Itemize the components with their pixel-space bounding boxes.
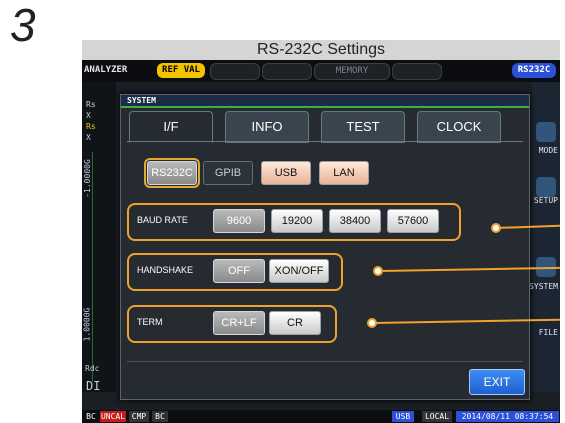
bottom-status-bar: BC UNCAL CMP BC USB LOCAL 2014/08/11 08:… — [82, 410, 560, 423]
interface-rs232c-button[interactable]: RS232C — [144, 158, 200, 188]
status-slot — [392, 63, 442, 80]
status-usb: USB — [392, 411, 414, 422]
menu-file[interactable]: FILE — [539, 328, 558, 337]
baud-9600-button[interactable]: 9600 — [213, 209, 265, 233]
dialog-title-bar: SYSTEM — [121, 95, 529, 108]
term-label: TERM — [137, 317, 163, 327]
di-label: DI — [86, 379, 101, 393]
system-dialog: SYSTEM I/F INFO TEST CLOCK RS232C GPIB U… — [120, 94, 530, 400]
background-measurement-panel: Rs X Rs X -1.0000G 1.0000G Rdc DI — [82, 82, 117, 393]
interface-lan-button[interactable]: LAN — [319, 161, 369, 185]
baud-57600-button[interactable]: 57600 — [387, 209, 439, 233]
baud-38400-button[interactable]: 38400 — [329, 209, 381, 233]
rs232c-indicator[interactable]: RS232C — [512, 63, 556, 78]
mode-icon[interactable] — [536, 122, 556, 142]
status-local: LOCAL — [422, 411, 452, 422]
status-slot — [210, 63, 260, 80]
right-side-menu: MODE SETUP SYSTEM FILE — [529, 82, 560, 392]
baud-rate-label: BAUD RATE — [137, 215, 188, 225]
top-status-bar: ANALYZER REF VAL MEMORY RS232C — [82, 60, 560, 82]
callout-dot-term — [367, 318, 377, 328]
bg-label: Rs — [86, 100, 96, 109]
interface-usb-button[interactable]: USB — [261, 161, 311, 185]
handshake-label: HANDSHAKE — [137, 265, 194, 275]
analyzer-label: ANALYZER — [84, 65, 128, 75]
baud-19200-button[interactable]: 19200 — [271, 209, 323, 233]
axis-bottom-label: 1.0000G — [82, 307, 92, 342]
term-crlf-button[interactable]: CR+LF — [213, 311, 265, 335]
device-screen: ANALYZER REF VAL MEMORY RS232C Rs X Rs X… — [82, 60, 560, 423]
banner-title: RS-232C Settings — [256, 41, 386, 58]
status-uncal: UNCAL — [100, 411, 126, 422]
background-graph-axis — [92, 152, 117, 382]
tab-if[interactable]: I/F — [129, 111, 213, 143]
handshake-xon-off-button[interactable]: XON/OFF — [269, 259, 329, 283]
tab-divider — [127, 141, 523, 142]
status-bc: BC — [86, 412, 96, 421]
menu-setup[interactable]: SETUP — [534, 196, 558, 205]
interface-gpib-button[interactable]: GPIB — [203, 161, 253, 185]
setup-icon[interactable] — [536, 177, 556, 197]
status-slot — [262, 63, 312, 80]
memory-button[interactable]: MEMORY — [314, 63, 390, 80]
menu-system[interactable]: SYSTEM — [529, 282, 558, 291]
status-bc2: BC — [152, 411, 168, 422]
bg-label: Rs — [86, 122, 96, 131]
ref-val-button[interactable]: REF VAL — [157, 63, 205, 78]
menu-mode[interactable]: MODE — [539, 146, 558, 155]
bg-label: X — [86, 111, 91, 120]
section-banner: RS-232C Settings — [82, 40, 560, 60]
dialog-title: SYSTEM — [127, 96, 156, 105]
tab-clock[interactable]: CLOCK — [417, 111, 501, 143]
exit-button[interactable]: EXIT — [469, 369, 525, 395]
tab-test[interactable]: TEST — [321, 111, 405, 143]
callout-dot-baud — [491, 223, 501, 233]
step-number: 3 — [10, 0, 36, 51]
dialog-divider — [127, 361, 523, 362]
tab-info[interactable]: INFO — [225, 111, 309, 143]
handshake-off-button[interactable]: OFF — [213, 259, 265, 283]
status-cmp: CMP — [129, 411, 149, 422]
bg-label: X — [86, 133, 91, 142]
callout-dot-handshake — [373, 266, 383, 276]
status-datetime: 2014/08/11 08:37:54 — [456, 411, 559, 422]
axis-top-label: -1.0000G — [82, 159, 92, 198]
term-cr-button[interactable]: CR — [269, 311, 321, 335]
rdc-label: Rdc — [85, 364, 100, 373]
